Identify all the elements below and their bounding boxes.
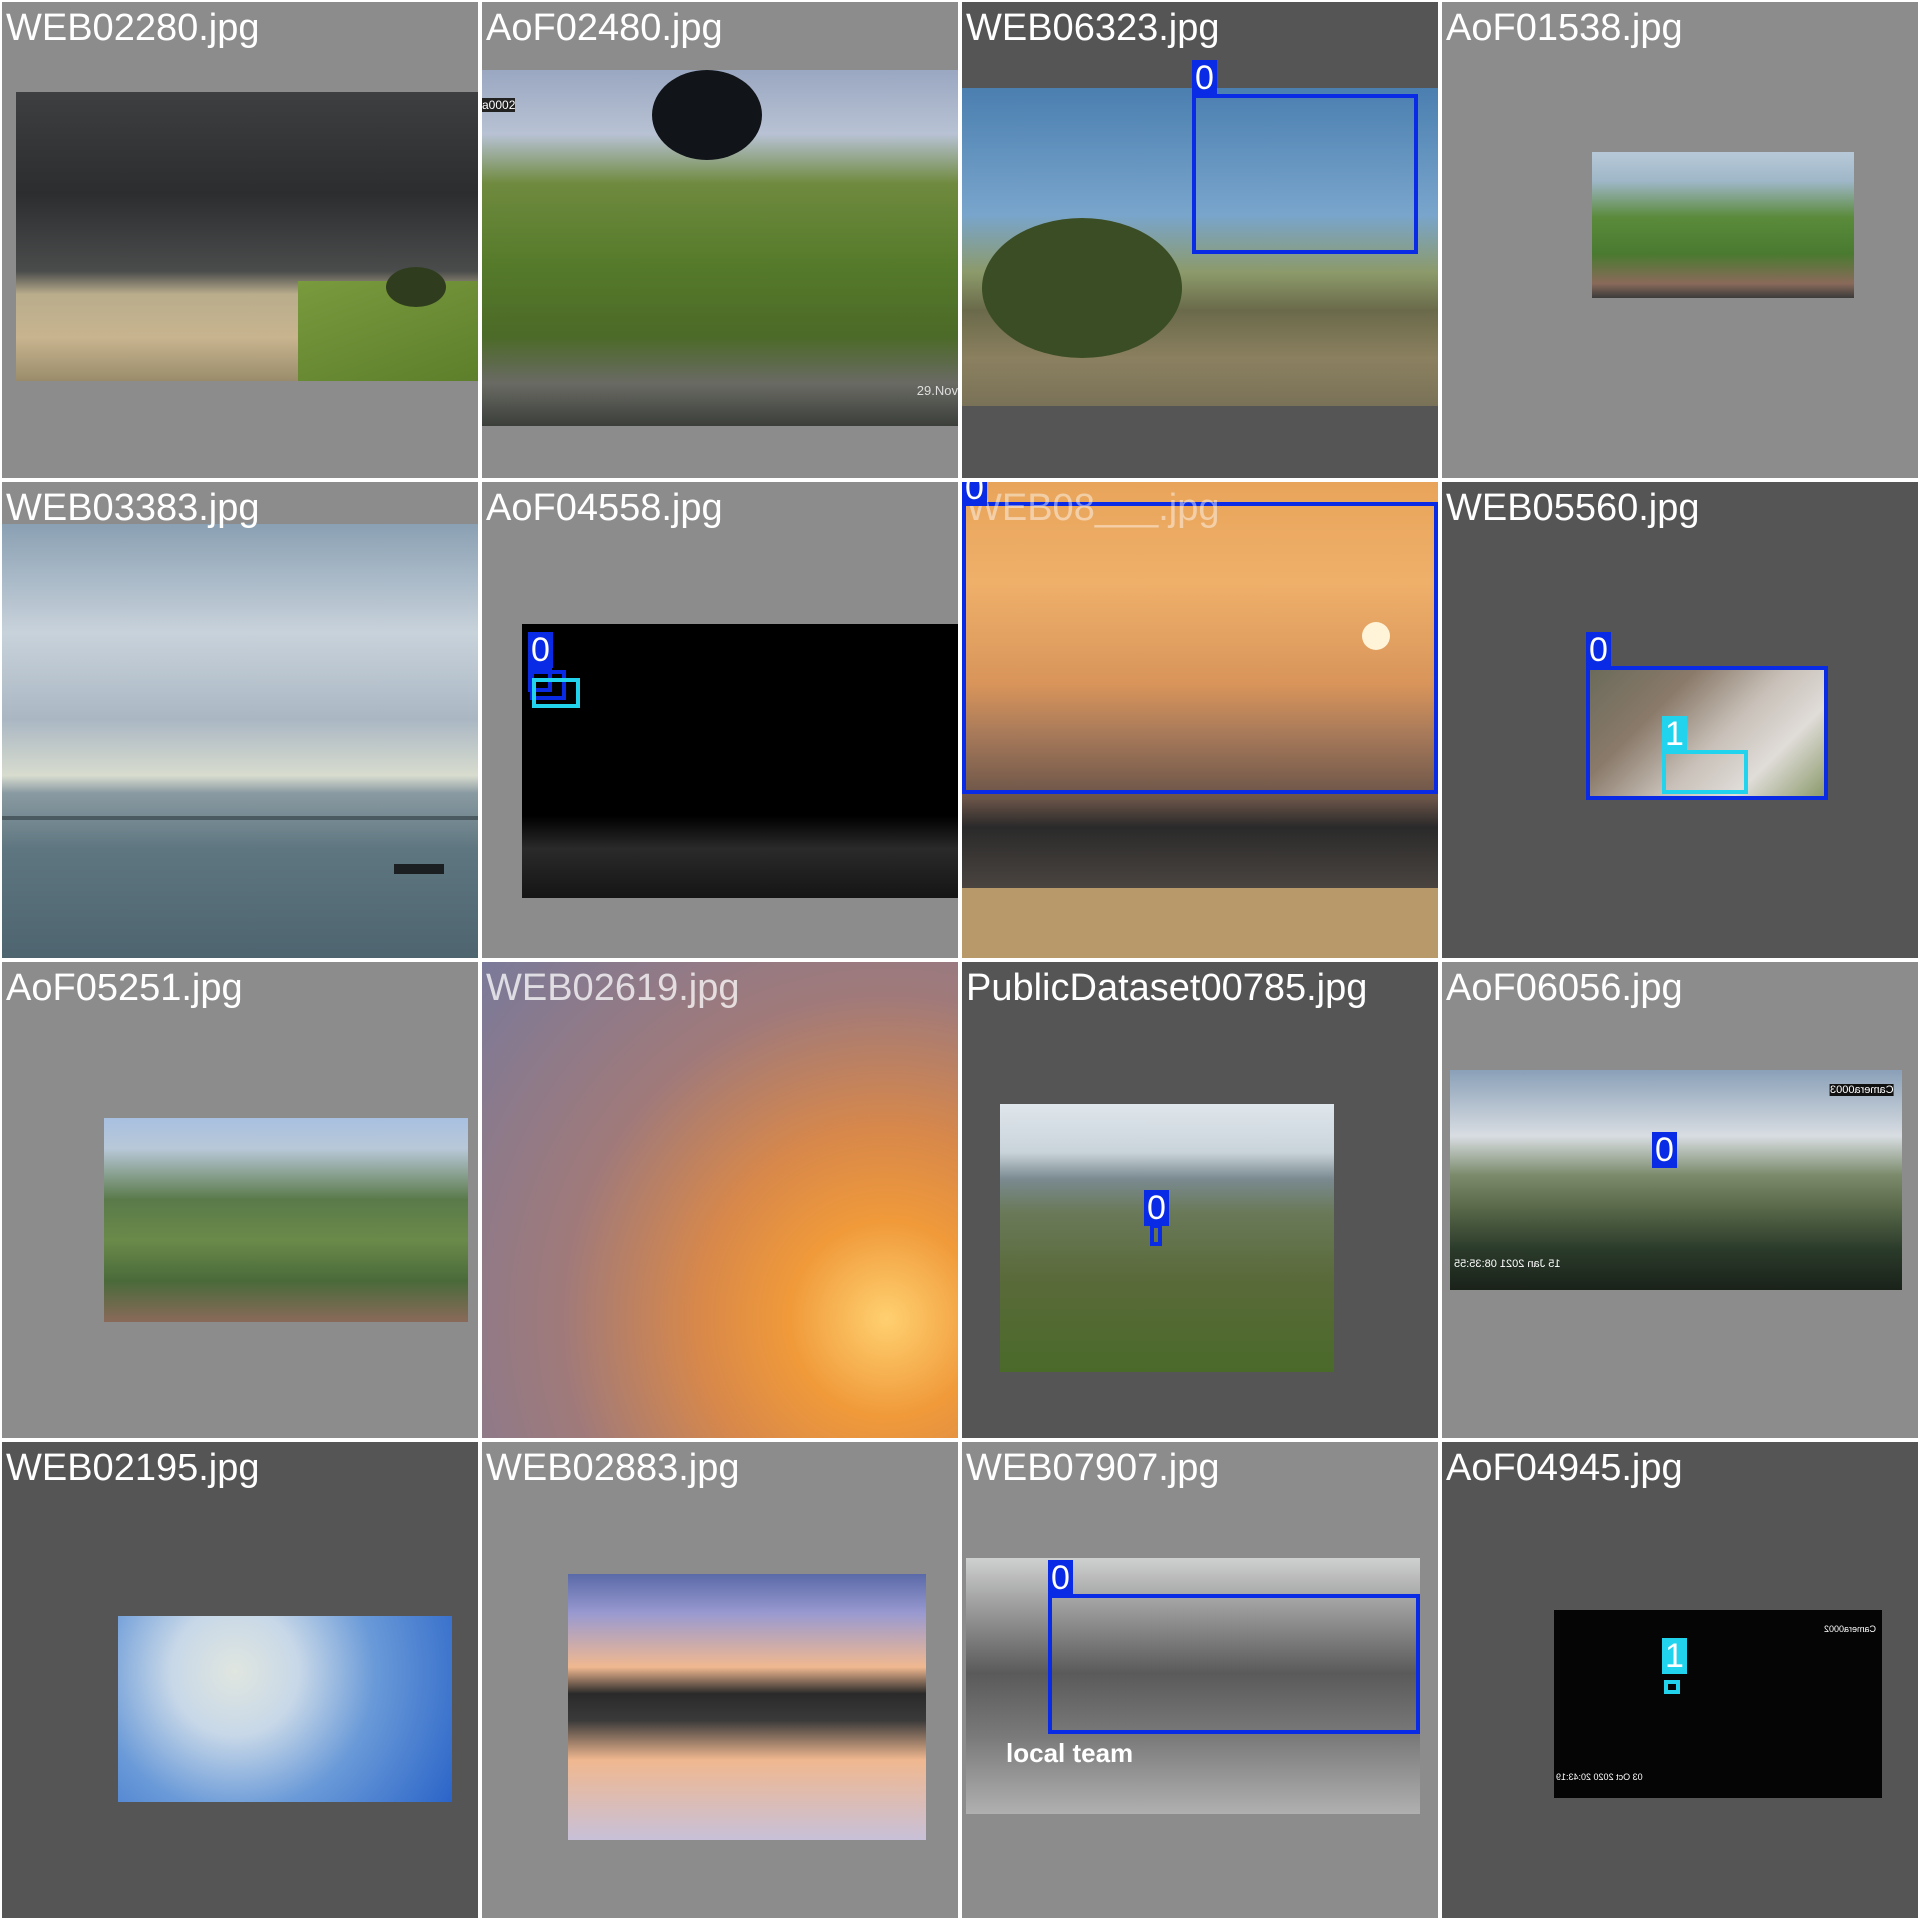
green-grass-strip [298,281,478,381]
filename-label: WEB03383.jpg [6,487,260,529]
detection-box [532,678,580,708]
tile: 0 WEB08___.jpg [962,482,1438,958]
channel-watermark-text: local team [1006,1738,1134,1768]
tile: 0 WEB06323.jpg [962,2,1438,478]
detection-class-label: 0 [1652,1132,1677,1168]
detection-class-label: 0 [1586,632,1611,668]
detection-class-label: 1 [1662,1638,1687,1674]
filename-label: AoF06056.jpg [1446,967,1683,1009]
tile: AoF05251.jpg [2,962,478,1438]
filename-label: WEB06323.jpg [966,7,1220,49]
filename-label: AoF04945.jpg [1446,1447,1683,1489]
filename-label: WEB02883.jpg [486,1447,740,1489]
tile: local team 0 WEB07907.jpg [962,1442,1438,1918]
filename-label: WEB07907.jpg [966,1447,1220,1489]
filename-label: WEB08___.jpg [966,487,1220,529]
tree-silhouette [386,267,446,307]
camera-id-text: a0002 [482,98,516,112]
detection-class-label: 0 [1144,1190,1169,1226]
photo-green-hills-smoke: a0002 29.Nov [482,70,958,426]
tile: Camera0003 15 Jan 2021 08:35:55 0 AoF060… [1442,962,1918,1438]
tile: WEB02883.jpg [482,1442,958,1918]
timestamp-text: 03 Oct 2020 20:43:19 [1556,1772,1643,1782]
tile: WEB02280.jpg [2,2,478,478]
photo-coastal-hillside [1000,1104,1334,1372]
dark-smoke-plume [652,70,762,160]
tile: 0 AoF04558.jpg [482,482,958,958]
tile: 0 PublicDataset00785.jpg [962,962,1438,1438]
detection-box [1664,1680,1680,1694]
photo-bay-cloudy [2,524,478,958]
filename-label: WEB02195.jpg [6,1447,260,1489]
tile: a0002 29.Nov AoF02480.jpg [482,2,958,478]
bridge-line [2,816,478,820]
tile: WEB03383.jpg [2,482,478,958]
tile: Camera0002 03 Oct 2020 20:43:19 1 AoF049… [1442,1442,1918,1918]
detection-class-label: 0 [528,632,553,668]
filename-label: AoF04558.jpg [486,487,723,529]
image-mosaic-grid: WEB02280.jpg a0002 29.Nov AoF02480.jpg 0… [0,0,1920,1920]
tile: 0 1 WEB05560.jpg [1442,482,1918,958]
photo-night-city: Camera0002 03 Oct 2020 20:43:19 [1554,1610,1882,1798]
photo-night-dark [522,624,958,898]
photo-park-road [1592,152,1854,298]
detection-class-label: 0 [1048,1560,1073,1596]
filename-label: WEB05560.jpg [1446,487,1700,529]
detection-box [1662,750,1748,794]
detection-box [1192,94,1418,254]
camera-id-text: Camera0002 [1823,1624,1876,1634]
photo-storm-clouds [16,92,478,381]
detection-class-label: 0 [1192,60,1217,96]
detection-box [962,502,1438,794]
camera-id-text: Camera0003 [1830,1084,1894,1096]
tile: AoF01538.jpg [1442,2,1918,478]
photo-sunset-clouds [482,962,958,1438]
boat [394,864,444,874]
tile: WEB02619.jpg [482,962,958,1438]
filename-label: AoF01538.jpg [1446,7,1683,49]
detection-box [1150,1224,1162,1246]
photo-lake-hills: Camera0003 15 Jan 2021 08:35:55 [1450,1070,1902,1290]
filename-label: WEB02619.jpg [486,967,740,1009]
timestamp-text: 29.Nov [916,383,958,398]
filename-label: PublicDataset00785.jpg [966,967,1368,1009]
photo-city-greenery [104,1118,468,1322]
bush-silhouette [982,218,1182,358]
photo-reflecting-pool-sunset [568,1574,926,1840]
filename-label: WEB02280.jpg [6,7,260,49]
tile: WEB02195.jpg [2,1442,478,1918]
filename-label: AoF05251.jpg [6,967,243,1009]
filename-label: AoF02480.jpg [486,7,723,49]
detection-box [1048,1594,1420,1734]
detection-class-label: 0 [962,482,987,506]
photo-blue-sky [118,1616,452,1802]
timestamp-text: 15 Jan 2021 08:35:55 [1454,1258,1561,1270]
detection-class-label: 1 [1662,716,1687,752]
